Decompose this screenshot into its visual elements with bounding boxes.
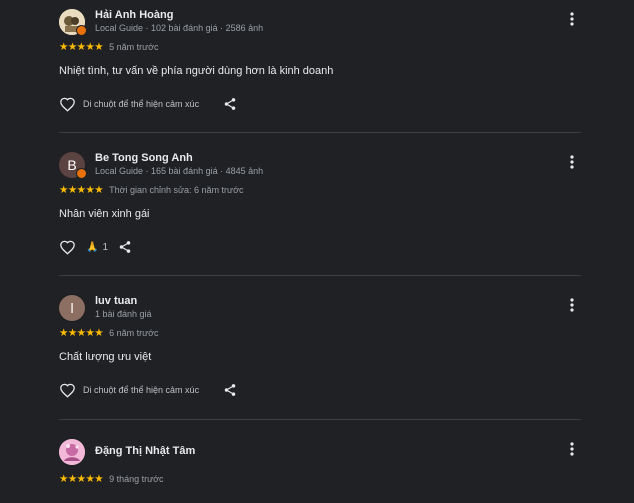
share-icon — [119, 241, 131, 253]
star-rating: ★★★★★ — [59, 473, 104, 485]
rating-row: ★★★★★ Thời gian chỉnh sửa: 6 năm trước — [59, 184, 244, 196]
like-button[interactable] — [59, 239, 76, 255]
review-text: Nhiệt tình, tư vấn về phía người dùng hơ… — [59, 65, 334, 77]
like-button[interactable] — [59, 96, 76, 112]
reaction-hint: Di chuột để thể hiện cảm xúc — [83, 99, 200, 109]
heart-outline-icon — [60, 240, 75, 255]
local-guide-badge — [76, 168, 87, 179]
pray-emoji-icon: 🙏 — [86, 241, 99, 253]
reviews-panel: Hải Anh Hoàng Local Guide · 102 bài đánh… — [0, 0, 634, 503]
avatar-initial: B — [67, 157, 77, 173]
review-item: Đặng Thị Nhật Tâm ★★★★★ 9 tháng trước — [59, 439, 589, 499]
local-guide-badge — [76, 25, 87, 36]
like-button[interactable] — [59, 382, 76, 398]
review-date: 9 tháng trước — [109, 474, 164, 484]
review-text: Chất lượng ưu việt — [59, 351, 152, 363]
avatar[interactable] — [59, 9, 87, 36]
review-item: Hải Anh Hoàng Local Guide · 102 bài đánh… — [59, 9, 589, 119]
divider — [59, 132, 581, 133]
reaction-hint: Di chuột để thể hiện cảm xúc — [83, 385, 200, 395]
share-icon — [224, 384, 236, 396]
rating-row: ★★★★★ 9 tháng trước — [59, 473, 164, 485]
review-actions: 🙏 1 — [59, 238, 132, 256]
more-options-button[interactable] — [565, 152, 579, 172]
review-actions: Di chuột để thể hiện cảm xúc — [59, 381, 237, 399]
more-vert-icon — [570, 298, 574, 312]
reviewer-name[interactable]: Be Tong Song Anh — [95, 152, 193, 164]
more-options-button[interactable] — [565, 439, 579, 459]
reviewer-meta: 1 bài đánh giá — [95, 309, 152, 319]
reviewer-meta: Local Guide · 102 bài đánh giá · 2586 ản… — [95, 23, 264, 33]
review-actions: Di chuột để thể hiện cảm xúc — [59, 95, 237, 113]
heart-outline-icon — [60, 383, 75, 398]
review-item: l luv tuan 1 bài đánh giá ★★★★★ 6 năm tr… — [59, 295, 589, 405]
heart-outline-icon — [60, 97, 75, 112]
share-button[interactable] — [223, 97, 237, 111]
share-button[interactable] — [223, 383, 237, 397]
avatar-image — [59, 439, 85, 465]
rating-row: ★★★★★ 5 năm trước — [59, 41, 159, 53]
review-date: 6 năm trước — [109, 328, 159, 338]
divider — [59, 275, 581, 276]
review-text: Nhân viên xinh gái — [59, 208, 150, 220]
avatar-initial: l — [70, 300, 74, 316]
reaction-summary[interactable]: 🙏 1 — [86, 242, 108, 253]
share-icon — [224, 98, 236, 110]
more-vert-icon — [570, 12, 574, 26]
star-rating: ★★★★★ — [59, 41, 104, 53]
avatar[interactable]: B — [59, 152, 87, 179]
star-rating: ★★★★★ — [59, 184, 104, 196]
reviewer-name[interactable]: luv tuan — [95, 295, 137, 307]
star-rating: ★★★★★ — [59, 327, 104, 339]
avatar[interactable]: l — [59, 295, 85, 321]
reaction-count: 1 — [102, 241, 109, 253]
reviewer-name[interactable]: Đặng Thị Nhật Tâm — [95, 445, 195, 457]
review-date: 5 năm trước — [109, 42, 159, 52]
reviewer-meta: Local Guide · 165 bài đánh giá · 4845 ản… — [95, 166, 264, 176]
review-item: B Be Tong Song Anh Local Guide · 165 bài… — [59, 152, 589, 262]
review-date: Thời gian chỉnh sửa: 6 năm trước — [109, 185, 244, 195]
more-options-button[interactable] — [565, 295, 579, 315]
reviewer-name[interactable]: Hải Anh Hoàng — [95, 9, 173, 21]
rating-row: ★★★★★ 6 năm trước — [59, 327, 159, 339]
avatar[interactable] — [59, 439, 85, 465]
more-options-button[interactable] — [565, 9, 579, 29]
more-vert-icon — [570, 442, 574, 456]
more-vert-icon — [570, 155, 574, 169]
divider — [59, 419, 581, 420]
share-button[interactable] — [118, 240, 132, 254]
